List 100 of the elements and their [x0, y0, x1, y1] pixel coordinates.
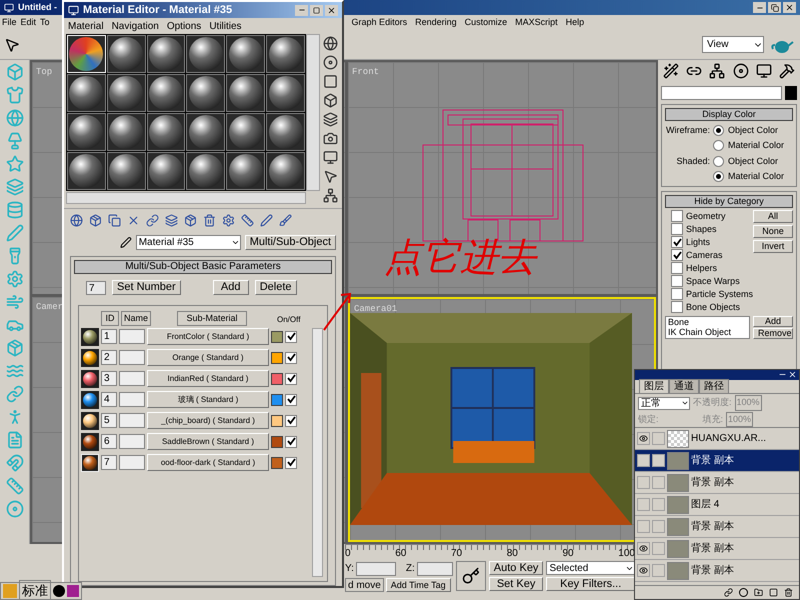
close-button[interactable] — [325, 4, 338, 16]
sample-slot[interactable] — [186, 35, 226, 73]
column-header[interactable]: ID — [101, 310, 119, 326]
menu-item[interactable]: Options — [162, 18, 206, 34]
new-layer-icon[interactable] — [769, 588, 778, 597]
close-button[interactable] — [783, 2, 796, 13]
count-field[interactable]: 7 — [86, 280, 106, 294]
blend-mode-dropdown[interactable]: 正常 — [638, 396, 690, 410]
sample-slot[interactable] — [146, 74, 186, 112]
display-icon[interactable] — [756, 63, 772, 79]
time-tag-button[interactable]: Add Time Tag — [386, 578, 451, 592]
on-off-checkbox[interactable] — [285, 352, 297, 364]
sample-slot[interactable] — [106, 74, 146, 112]
delete-button[interactable]: Delete — [254, 280, 296, 295]
settings-icon[interactable] — [222, 214, 235, 227]
id-field[interactable]: 5 — [101, 413, 117, 428]
checkbox[interactable] — [671, 210, 683, 222]
y-field[interactable] — [356, 562, 396, 576]
sub-material-button[interactable]: Orange ( Standard ) — [147, 349, 269, 366]
list-item[interactable]: IK Chain Object — [668, 327, 747, 337]
name-field[interactable] — [119, 350, 145, 365]
scroll-bar[interactable] — [306, 34, 320, 191]
monitor-icon[interactable] — [323, 150, 338, 165]
color-swatch[interactable] — [271, 330, 283, 342]
palette-tab[interactable]: 路径 — [699, 379, 729, 393]
material-type-button[interactable]: Multi/Sub-Object — [244, 234, 336, 250]
set-key-button[interactable] — [456, 561, 486, 591]
link-toggle[interactable] — [652, 564, 665, 577]
palette-tab[interactable]: 图层 — [639, 379, 669, 393]
set-number-button[interactable]: Set Number — [112, 280, 181, 295]
pen-icon[interactable] — [260, 214, 273, 227]
sample-slot[interactable] — [266, 35, 305, 73]
pointer-icon[interactable] — [323, 169, 338, 184]
visibility-toggle[interactable] — [637, 498, 650, 511]
name-field[interactable] — [661, 86, 782, 100]
menu-item[interactable]: Help — [562, 16, 588, 30]
on-off-checkbox[interactable] — [285, 330, 297, 342]
sphere-slot[interactable] — [81, 348, 99, 366]
on-off-checkbox[interactable] — [285, 414, 297, 426]
category-button[interactable]: Invert — [753, 240, 793, 253]
menu-item[interactable]: To — [38, 16, 52, 30]
hierarchy-icon[interactable] — [709, 63, 726, 79]
checkbox[interactable] — [671, 249, 683, 261]
on-off-checkbox[interactable] — [285, 394, 297, 406]
sample-slot[interactable] — [226, 74, 266, 112]
color-swatch[interactable] — [271, 394, 283, 406]
menu-item[interactable]: Utilities — [205, 18, 246, 34]
radio-button[interactable] — [713, 140, 724, 151]
maximize-button[interactable] — [310, 4, 323, 16]
sub-material-button[interactable]: FrontColor ( Standard ) — [147, 328, 269, 345]
rollout-header[interactable]: Display Color — [665, 108, 793, 121]
name-field[interactable] — [119, 371, 145, 386]
link-toggle[interactable] — [652, 542, 665, 555]
restore-button[interactable] — [768, 2, 781, 13]
sub-material-button[interactable]: ood-floor-dark ( Standard ) — [147, 454, 269, 471]
sample-slot[interactable] — [266, 113, 305, 151]
name-field[interactable] — [119, 413, 145, 428]
key-mode-dropdown[interactable]: Selected — [546, 561, 635, 575]
visibility-toggle[interactable] — [637, 564, 650, 577]
category-button[interactable]: None — [753, 225, 793, 238]
color-swatch[interactable] — [271, 352, 283, 364]
link-toggle[interactable] — [652, 476, 665, 489]
sub-material-button[interactable]: 玻璃 ( Standard ) — [147, 391, 269, 408]
visibility-toggle[interactable] — [637, 542, 650, 555]
mask-icon[interactable] — [739, 588, 748, 597]
color-swatch[interactable] — [271, 436, 283, 448]
minimize-button[interactable] — [753, 2, 766, 13]
name-field[interactable] — [119, 392, 145, 407]
layer-row[interactable]: 背景 副本 — [635, 472, 799, 494]
on-off-checkbox[interactable] — [285, 436, 297, 448]
sphere-slot[interactable] — [81, 370, 99, 388]
sphere-icon[interactable] — [70, 214, 83, 227]
list-button[interactable]: Remove — [753, 328, 793, 339]
link-icon[interactable] — [724, 588, 733, 597]
color-swatch[interactable] — [271, 372, 283, 384]
sample-slot[interactable] — [186, 152, 226, 190]
add-button[interactable]: Add — [212, 280, 249, 295]
checkbox[interactable] — [671, 288, 683, 300]
sample-slot[interactable] — [106, 35, 146, 73]
layer-row[interactable]: 图层 4 — [635, 494, 799, 516]
key-filters-button[interactable]: Key Filters... — [546, 577, 635, 591]
menu-item[interactable]: Rendering — [411, 16, 461, 30]
menu-item[interactable]: Navigation — [108, 18, 163, 34]
visibility-toggle[interactable] — [637, 432, 650, 445]
on-off-checkbox[interactable] — [285, 456, 297, 468]
color-swatch[interactable] — [271, 414, 283, 426]
scroll-bar[interactable] — [312, 328, 323, 577]
checkbox[interactable] — [671, 262, 683, 274]
list-item[interactable]: Bone — [668, 317, 747, 327]
link-toggle[interactable] — [652, 432, 665, 445]
menu-item[interactable]: Material — [64, 18, 108, 34]
on-off-checkbox[interactable] — [285, 372, 297, 384]
id-field[interactable]: 6 — [101, 434, 117, 449]
auto-key-button[interactable]: Auto Key — [488, 561, 544, 575]
id-field[interactable]: 2 — [101, 350, 117, 365]
star-icon[interactable] — [6, 155, 24, 173]
sample-slot[interactable] — [67, 152, 106, 190]
sphere-slot[interactable] — [81, 328, 99, 346]
sphere-slot[interactable] — [81, 412, 99, 430]
layer-row[interactable]: 背景 副本 — [635, 450, 799, 472]
